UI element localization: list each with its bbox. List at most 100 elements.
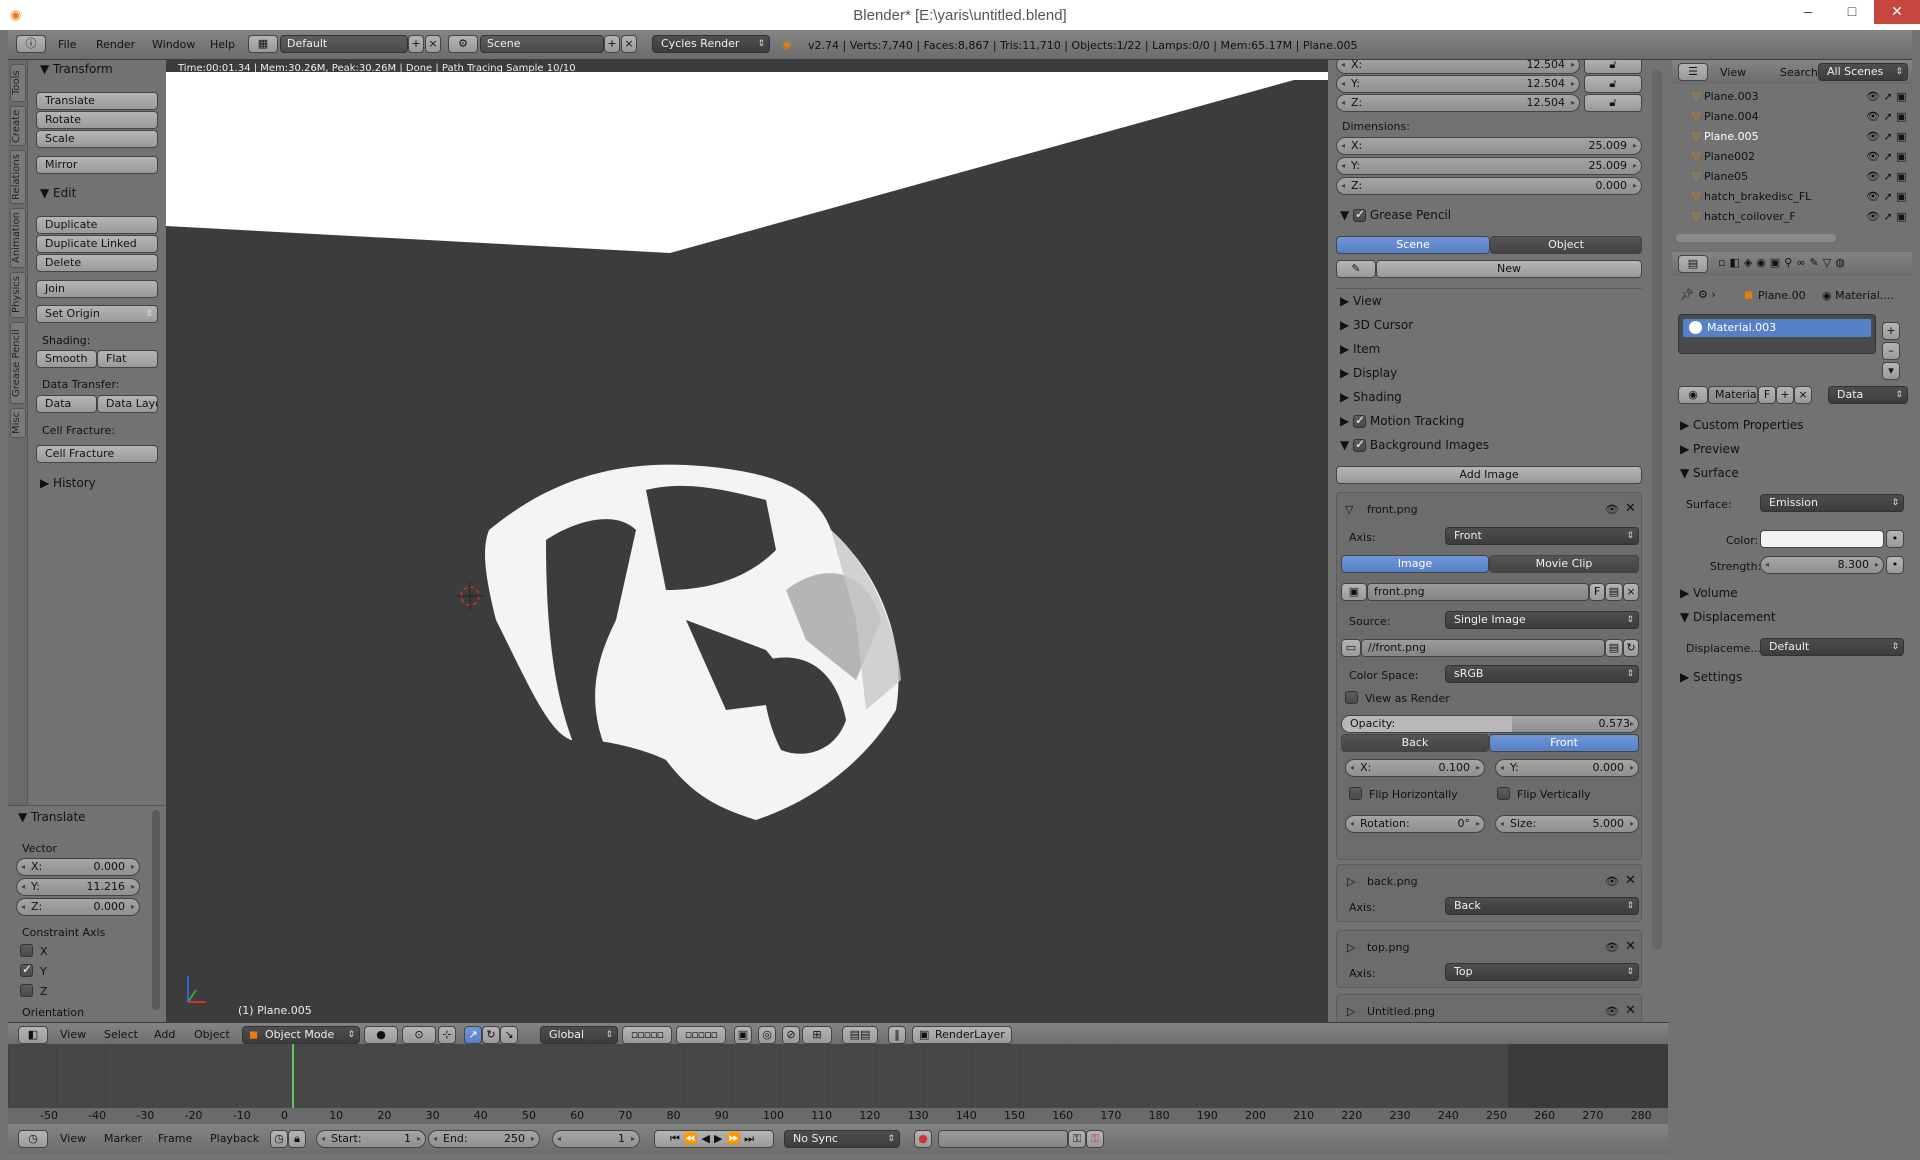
restrict-icons[interactable]: 👁︎ ➚ ▣ xyxy=(1866,190,1907,203)
scene-icon[interactable]: ⚙ xyxy=(448,35,478,53)
material-link-select[interactable]: Data xyxy=(1828,386,1908,404)
duplicate-linked-button[interactable]: Duplicate Linked xyxy=(36,235,158,253)
layout-field[interactable]: Default xyxy=(280,35,408,53)
front-filepath-browse-icon[interactable]: ▤ xyxy=(1605,639,1623,657)
menu-window[interactable]: Window xyxy=(152,38,195,51)
top-image-eye-icon[interactable]: 👁︎ xyxy=(1605,941,1619,954)
menu-add[interactable]: Add xyxy=(154,1028,175,1041)
editor-type-icon[interactable]: ⓘ xyxy=(16,35,46,53)
transform-orientation-select[interactable]: Global xyxy=(540,1026,618,1044)
material-slot-item[interactable]: Material.003 xyxy=(1683,319,1871,337)
displacement-select[interactable]: Default xyxy=(1760,638,1904,656)
grease-pencil-checkbox[interactable] xyxy=(1353,207,1367,222)
preview-range-icon[interactable]: ◷ xyxy=(270,1130,288,1148)
layers-grid-icon[interactable]: ▫▫▫▫▫ xyxy=(622,1026,672,1044)
tab-grease-pencil[interactable]: Grease Pencil xyxy=(10,322,26,404)
transform-panel-header[interactable]: ▼ Transform xyxy=(40,62,113,76)
menu-file[interactable]: File xyxy=(58,38,76,51)
outliner-item-active[interactable]: ▽ Plane.005 👁︎ ➚ ▣ xyxy=(1692,130,1920,150)
scale-manipulator-icon[interactable]: ↘ xyxy=(500,1026,518,1044)
outliner-item[interactable]: ▽ Plane.003 👁︎ ➚ ▣ xyxy=(1692,90,1920,110)
back-axis-select[interactable]: Back xyxy=(1445,897,1639,915)
manipulator-toggle-icon[interactable]: ⊹ xyxy=(438,1026,456,1044)
keying-set-field[interactable] xyxy=(938,1130,1068,1148)
menu-view[interactable]: View xyxy=(60,1028,86,1041)
pivot-point-icon[interactable]: ⊙ xyxy=(402,1026,436,1044)
start-frame-field[interactable]: Start: 1 xyxy=(316,1130,426,1148)
settings-header[interactable]: ▶ Settings xyxy=(1680,670,1742,684)
delete-button[interactable]: Delete xyxy=(36,254,158,272)
outliner-item[interactable]: ▽ Plane05 👁︎ ➚ ▣ xyxy=(1692,170,1920,190)
timeline-ruler[interactable]: -50 -40 -30 -20 -10 0 10 20 30 40 50 60 70 80 90 100 110… xyxy=(8,1108,1668,1124)
add-slot-icon[interactable]: + xyxy=(1882,322,1900,340)
current-frame-indicator[interactable] xyxy=(292,1044,294,1110)
front-movie-clip-button[interactable]: Movie Clip xyxy=(1489,555,1639,573)
outliner-item[interactable]: ▽ hatch_coilover_F 👁︎ ➚ ▣ xyxy=(1692,210,1920,230)
restrict-icons[interactable]: 👁︎ ➚ ▣ xyxy=(1866,110,1907,123)
proportional-edit-icon[interactable]: ◎ xyxy=(758,1026,776,1044)
grease-pencil-object-button[interactable]: Object xyxy=(1490,236,1642,254)
material-fake-user-button[interactable]: F xyxy=(1758,386,1776,404)
color-swatch[interactable] xyxy=(1760,530,1884,548)
scale-y-field[interactable]: Y: 12.504 xyxy=(1336,75,1580,93)
rotation-field[interactable]: Rotation: 0° xyxy=(1345,815,1485,833)
outliner-item[interactable]: ▽ Plane002 👁︎ ➚ ▣ xyxy=(1692,150,1920,170)
viewport-shading-icon[interactable]: ● xyxy=(364,1026,398,1044)
front-reload-icon[interactable]: ↻ xyxy=(1623,639,1639,657)
restrict-icons[interactable]: 👁︎ ➚ ▣ xyxy=(1866,90,1907,103)
front-image-eye-icon[interactable]: 👁︎ xyxy=(1605,503,1619,516)
timeline-menu-playback[interactable]: Playback xyxy=(210,1132,259,1145)
material-slot-list[interactable]: Material.003 xyxy=(1678,314,1876,354)
front-image-toggle-icon[interactable]: ▽ xyxy=(1345,503,1353,516)
lock-scale-x-icon[interactable]: 🔓︎ xyxy=(1584,60,1642,74)
material-name-field[interactable]: Materia xyxy=(1708,386,1758,404)
scale-x-field[interactable]: X: 12.504 xyxy=(1336,60,1580,74)
menu-render[interactable]: Render xyxy=(96,38,135,51)
surface-header[interactable]: ▼ Surface xyxy=(1680,466,1739,480)
untitled-image-remove-icon[interactable]: ✕ xyxy=(1625,1003,1636,1018)
mode-select[interactable]: ◼ Object Mode xyxy=(242,1026,360,1044)
lock-scale-z-icon[interactable]: 🔓︎ xyxy=(1584,94,1642,112)
3d-viewport[interactable]: Time:00:01.34 | Mem:30.26M, Peak:30.26M … xyxy=(166,60,1328,1022)
outliner-editor-icon[interactable]: ☰ xyxy=(1678,63,1708,81)
properties-region-scrollbar[interactable] xyxy=(1652,70,1662,950)
strength-field[interactable]: 8.300 xyxy=(1760,556,1884,574)
timeline-editor-icon[interactable]: ◷ xyxy=(18,1130,48,1148)
add-scene-icon[interactable]: + xyxy=(604,35,620,53)
back-image-eye-icon[interactable]: 👁︎ xyxy=(1605,875,1619,888)
snap-element-icon[interactable]: ⊞ xyxy=(802,1026,832,1044)
render-engine-select[interactable]: Cycles Render xyxy=(652,35,770,53)
edit-panel-header[interactable]: ▼ Edit xyxy=(40,186,76,200)
vector-x-field[interactable]: X: 0.000 xyxy=(16,858,140,876)
screen-layout-icon[interactable]: ▦ xyxy=(248,35,278,53)
outliner-menu-search[interactable]: Search xyxy=(1780,66,1818,79)
tab-misc[interactable]: Misc xyxy=(10,408,26,438)
remove-slot-icon[interactable]: – xyxy=(1882,342,1900,360)
snap-toggle-icon[interactable]: ⊘ xyxy=(782,1026,800,1044)
tab-physics[interactable]: Physics xyxy=(10,272,26,318)
lock-range-icon[interactable]: 🔒︎ xyxy=(288,1130,306,1148)
motion-tracking-panel-header[interactable]: ▶ Motion Tracking xyxy=(1340,413,1464,428)
top-axis-select[interactable]: Top xyxy=(1445,963,1639,981)
display-panel-header[interactable]: ▶ Display xyxy=(1340,366,1397,380)
top-image-remove-icon[interactable]: ✕ xyxy=(1625,939,1636,954)
sync-mode-select[interactable]: No Sync xyxy=(784,1130,900,1148)
top-image-toggle-icon[interactable]: ▷ xyxy=(1347,941,1355,954)
mirror-button[interactable]: Mirror xyxy=(36,156,158,174)
surface-shader-select[interactable]: Emission xyxy=(1760,494,1904,512)
tab-tools[interactable]: Tools xyxy=(10,64,26,102)
front-colorspace-select[interactable]: sRGB xyxy=(1445,665,1639,683)
depth-back-button[interactable]: Back xyxy=(1341,734,1489,752)
grease-pencil-new-button[interactable]: New xyxy=(1376,260,1642,278)
tab-animation[interactable]: Animation xyxy=(10,208,26,268)
view-as-render-checkbox[interactable] xyxy=(1345,691,1358,704)
dimension-x-field[interactable]: X: 25.009 xyxy=(1336,137,1642,155)
outliner-scope-select[interactable]: All Scenes xyxy=(1818,63,1908,81)
context-tabs-icons[interactable]: ▫◧◈◉▣⚲∞✎▽◍ xyxy=(1718,256,1849,269)
menu-select[interactable]: Select xyxy=(104,1028,138,1041)
constraint-z-checkbox[interactable] xyxy=(20,984,33,997)
tab-relations[interactable]: Relations xyxy=(10,150,26,204)
displacement-header[interactable]: ▼ Displacement xyxy=(1680,610,1776,624)
background-images-panel-header[interactable]: ▼ Background Images xyxy=(1340,437,1489,452)
back-image-remove-icon[interactable]: ✕ xyxy=(1625,873,1636,888)
